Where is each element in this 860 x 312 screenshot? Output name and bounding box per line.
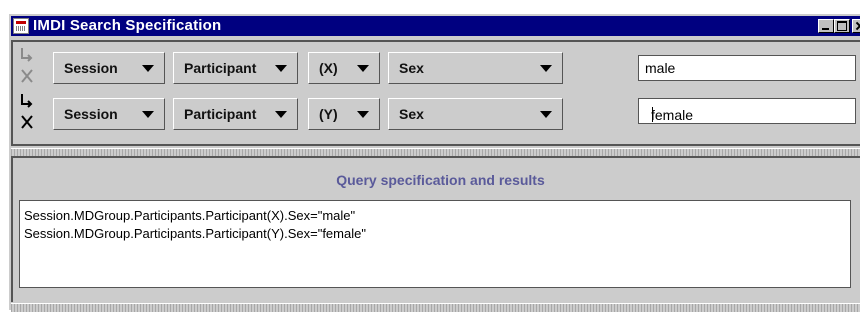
group-dropdown-value: Participant — [184, 106, 257, 122]
app-icon[interactable] — [13, 18, 29, 34]
insert-condition-icon[interactable] — [19, 46, 35, 66]
variable-dropdown[interactable]: (X) — [308, 52, 380, 84]
row-controls — [19, 46, 35, 86]
variable-dropdown[interactable]: (Y) — [308, 98, 380, 130]
results-textarea[interactable]: Session.MDGroup.Participants.Participant… — [19, 200, 851, 288]
chevron-down-icon — [540, 111, 552, 118]
chevron-down-icon — [357, 111, 369, 118]
row-controls — [19, 92, 35, 132]
remove-condition-icon[interactable] — [19, 112, 35, 132]
results-title: Query specification and results — [336, 172, 545, 188]
value-input[interactable]: female — [638, 98, 856, 124]
group-dropdown[interactable]: Participant — [173, 52, 298, 84]
chevron-down-icon — [275, 65, 287, 72]
minimize-button[interactable] — [818, 19, 834, 33]
query-row: Session Participant (Y) Sex female — [13, 90, 860, 140]
value-input-value: female — [651, 107, 694, 123]
query-row: Session Participant (X) Sex male — [13, 42, 860, 92]
scope-dropdown-value: Session — [64, 60, 118, 76]
close-window-button[interactable] — [852, 19, 860, 33]
window-controls — [818, 19, 860, 33]
text-caret — [652, 107, 653, 122]
window-title: IMDI Search Specification — [33, 17, 222, 34]
field-dropdown-value: Sex — [399, 106, 424, 122]
chevron-down-icon — [142, 65, 154, 72]
remove-condition-icon[interactable] — [19, 66, 35, 86]
variable-dropdown-value: (Y) — [319, 106, 338, 122]
title-bar[interactable]: IMDI Search Specification — [11, 16, 860, 36]
variable-dropdown-value: (X) — [319, 60, 338, 76]
query-specification-panel: Session Participant (X) Sex male Session… — [11, 40, 860, 146]
result-line: Session.MDGroup.Participants.Participant… — [24, 208, 356, 223]
chevron-down-icon — [275, 111, 287, 118]
bottom-splitter-handle[interactable] — [11, 303, 860, 312]
value-input[interactable]: male — [638, 55, 856, 81]
group-dropdown[interactable]: Participant — [173, 98, 298, 130]
result-line: Session.MDGroup.Participants.Participant… — [24, 226, 366, 241]
field-dropdown[interactable]: Sex — [388, 98, 563, 130]
results-panel: Query specification and results Session.… — [11, 156, 860, 302]
group-dropdown-value: Participant — [184, 60, 257, 76]
value-input-text: male — [645, 60, 676, 76]
chevron-down-icon — [142, 111, 154, 118]
scope-dropdown[interactable]: Session — [53, 98, 165, 130]
chevron-down-icon — [357, 65, 369, 72]
scope-dropdown[interactable]: Session — [53, 52, 165, 84]
insert-condition-icon[interactable] — [19, 92, 35, 112]
field-dropdown-value: Sex — [399, 60, 424, 76]
field-dropdown[interactable]: Sex — [388, 52, 563, 84]
imdi-search-window: IMDI Search Specification Session Partic… — [8, 13, 860, 312]
scope-dropdown-value: Session — [64, 106, 118, 122]
maximize-button[interactable] — [834, 19, 850, 33]
chevron-down-icon — [540, 65, 552, 72]
